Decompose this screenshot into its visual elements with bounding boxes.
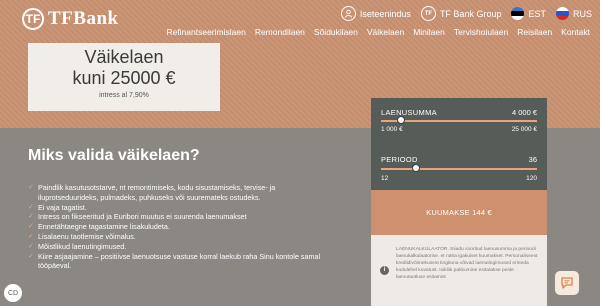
lang-est-label: EST xyxy=(528,8,546,19)
lang-est[interactable]: EST xyxy=(511,7,546,20)
list-item: ✓ Ennetähtaegne tagastamine lisakuludeta. xyxy=(28,222,328,232)
amount-value: 4 000 € xyxy=(511,108,537,117)
info-icon: i xyxy=(380,266,389,275)
logo-text: TFBank xyxy=(48,8,119,29)
nav-item-remondilaen[interactable]: Remondilaen xyxy=(255,27,305,37)
feature-text: Paindlik kasutusotstarve, nt remontimise… xyxy=(38,183,276,202)
nav-item-tervishoiulaen[interactable]: Tervishoiulaen xyxy=(454,27,508,37)
list-item: ✓ Paindlik kasutusotstarve, nt remontimis… xyxy=(28,183,328,203)
period-min: 12 xyxy=(381,175,389,182)
chat-button[interactable] xyxy=(555,271,579,295)
period-slider[interactable] xyxy=(381,168,537,170)
feature-list: ✓ Paindlik kasutusotstarve, nt remontimis… xyxy=(28,183,328,271)
amount-label: LAENUSUMMA xyxy=(381,108,437,117)
user-icon xyxy=(340,6,356,21)
nav-item-soidukilaen[interactable]: Sõidukilaen xyxy=(314,27,358,37)
period-slider-handle[interactable] xyxy=(411,164,420,172)
check-icon: ✓ xyxy=(28,242,34,250)
group-label: TF Bank Group xyxy=(439,8,502,19)
amount-slider-handle[interactable] xyxy=(396,116,405,124)
calculator-sliders: LAENUSUMMA 4 000 € 1 000 € 25 000 € PERI… xyxy=(371,98,547,190)
self-service-label: Iseteenindus xyxy=(359,8,411,19)
promo-title: Väikelaen xyxy=(84,47,164,67)
calculator-info: i LAENUKALKULAATOR. Siiadu sooritud laen… xyxy=(371,235,547,306)
tfbank-logo[interactable]: TF TFBank xyxy=(22,8,119,30)
check-icon: ✓ xyxy=(28,223,34,231)
nav-item-vaikelaen[interactable]: Väikelaen xyxy=(367,27,404,37)
lang-rus[interactable]: RUS xyxy=(555,7,592,20)
nav-item-minilaen[interactable]: Minilaen xyxy=(413,27,445,37)
period-value: 36 xyxy=(528,155,537,164)
monthly-payment-label: KUUMAKSE 144 € xyxy=(426,208,492,217)
list-item: ✓ Kiire asjaajamine – positiivse laenuots… xyxy=(28,252,328,272)
feature-text: Intress on fikseeritud ja Euribori muutu… xyxy=(38,212,247,222)
check-icon: ✓ xyxy=(28,252,34,260)
amount-min: 1 000 € xyxy=(381,126,403,133)
tf-group-icon: TF xyxy=(420,6,436,21)
check-icon: ✓ xyxy=(28,213,34,221)
feature-text: Mõistlikud laenutingimused. xyxy=(38,241,127,251)
nav-item-refinantseerimislaen[interactable]: Refinantseerimislaen xyxy=(166,27,245,37)
feature-text: Lisalaenu taotlemise võimalus. xyxy=(38,231,136,241)
list-item: ✓ Intress on fikseeritud ja Euribori muut… xyxy=(28,212,328,222)
section-title: Miks valida väikelaen? xyxy=(28,147,200,164)
check-icon: ✓ xyxy=(28,232,34,240)
nav-item-reisilaen[interactable]: Reisilaen xyxy=(517,27,552,37)
lang-rus-label: RUS xyxy=(572,8,592,19)
check-icon: ✓ xyxy=(28,184,34,191)
main-nav: Refinantseerimislaen Remondilaen Sõiduki… xyxy=(166,27,590,37)
loan-calculator: LAENUSUMMA 4 000 € 1 000 € 25 000 € PERI… xyxy=(371,98,547,306)
russia-flag-icon xyxy=(555,7,569,20)
feature-text: Kiire asjaajamine – positiivse laenuotsu… xyxy=(38,251,321,271)
amount-max: 25 000 € xyxy=(511,126,537,133)
cookie-settings-button[interactable]: CD xyxy=(4,284,22,302)
group-link[interactable]: TF TF Bank Group xyxy=(420,6,502,21)
logo-mark: TF xyxy=(22,8,44,30)
promo-card: Väikelaen kuni 25000 € intress al 7,90% xyxy=(28,43,220,111)
list-item: ✓ Mõistlikud laenutingimused. xyxy=(28,242,328,252)
feature-text: Ennetähtaegne tagastamine lisakuludeta. xyxy=(38,222,170,232)
calculator-disclaimer: LAENUKALKULAATOR. Siiadu sooritud laenus… xyxy=(396,247,538,280)
list-item: ✓ Lisalaenu taotlemise võimalus. xyxy=(28,232,328,242)
check-icon: ✓ xyxy=(28,203,34,211)
monthly-payment: KUUMAKSE 144 € xyxy=(371,190,547,235)
nav-item-kontakt[interactable]: Kontakt xyxy=(561,27,590,37)
top-bar: Iseteenindus TF TF Bank Group EST RUS xyxy=(340,6,592,21)
feature-text: Ei vaja tagatist. xyxy=(38,202,87,212)
chat-icon xyxy=(561,277,573,289)
promo-rate: intress al 7,90% xyxy=(99,92,149,99)
period-max: 120 xyxy=(526,175,537,182)
self-service-link[interactable]: Iseteenindus xyxy=(340,6,411,21)
period-label: PERIOOD xyxy=(381,155,418,164)
estonia-flag-icon xyxy=(511,7,525,20)
promo-amount: kuni 25000 € xyxy=(72,68,176,88)
list-item: ✓ Ei vaja tagatist. xyxy=(28,203,328,213)
